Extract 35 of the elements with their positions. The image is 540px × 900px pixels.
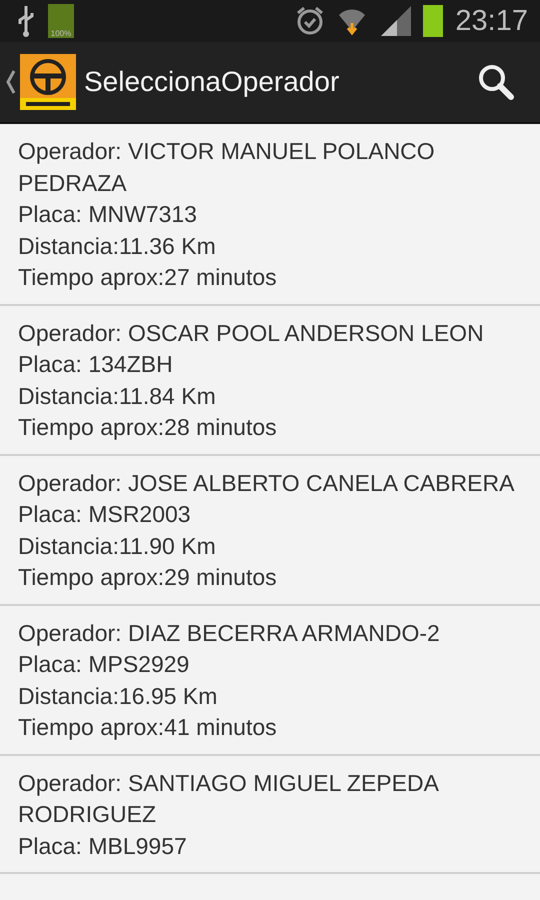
plate-text: Placa: MNW7313 [18, 200, 198, 229]
operator-item[interactable]: Operador: SANTIAGO MIGUEL ZEPEDA RODRIGUEZ Placa: MBL9957 [0, 756, 540, 874]
battery-icon: 100% [48, 4, 74, 38]
time-text: Tiempo aprox:27 minutos [18, 263, 278, 292]
time-text: Tiempo aprox:28 minutos [18, 413, 278, 442]
distance-text: Distancia:11.90 Km [18, 532, 217, 560]
search-icon [476, 62, 516, 102]
operator-name: Operador: DIAZ BECERRA ARMANDO-2 [18, 618, 441, 648]
operator-item[interactable]: Operador: JOSE ALBERTO CANELA CABRERA Placa: MSR2003 Distancia:11.90 Km Tiempo aprox:29 minutos [0, 456, 540, 606]
logo-icon [20, 54, 76, 110]
distance-text: Distancia:16.95 Km [18, 682, 218, 710]
plate-text: Placa: MSR2003 [18, 500, 192, 529]
operator-name: Operador: SANTIAGO MIGUEL ZEPEDA RODRIGUEZ [18, 768, 440, 829]
battery-icon [423, 5, 444, 37]
screen-title: SeleccionaOperador [84, 66, 340, 98]
usb-icon [16, 4, 36, 38]
operator-name: Operador: OSCAR POOL ANDERSON LEON [18, 318, 485, 348]
plate-text: Placa: MPS2929 [18, 650, 190, 679]
search-button[interactable] [476, 62, 516, 102]
plate-text: Placa: 134ZBH [18, 350, 174, 379]
operator-item[interactable]: Operador: OSCAR POOL ANDERSON LEON Placa: 134ZBH Distancia:11.84 Km Tiempo aprox:28 minutos [0, 306, 540, 456]
time-text: Tiempo aprox:41 minutos [18, 713, 278, 742]
signal-icon [379, 6, 412, 36]
operator-item[interactable]: Operador: DIAZ BECERRA ARMANDO-2 Placa: MPS2929 Distancia:16.95 Km Tiempo aprox:41 minutos [0, 606, 540, 756]
clock: 23:17 [455, 4, 528, 38]
back-icon [6, 69, 16, 95]
distance-text: Distancia:11.36 Km [18, 232, 217, 260]
time-text: Tiempo aprox:29 minutos [18, 563, 278, 592]
plate-text: Placa: MBL9957 [18, 832, 188, 860]
operator-item[interactable]: Operador: VICTOR MANUEL POLANCO PEDRAZA Placa: MNW7313 Distancia:11.36 Km Tiempo aprox:27 minutos [0, 124, 540, 306]
back-button[interactable] [6, 54, 76, 110]
operator-name: Operador: VICTOR MANUEL POLANCO PEDRAZA [18, 137, 436, 198]
alarm-icon [295, 5, 326, 37]
distance-text: Distancia:11.84 Km [18, 382, 217, 410]
operator-name: Operador: JOSE ALBERTO CANELA CABRERA [18, 468, 516, 498]
